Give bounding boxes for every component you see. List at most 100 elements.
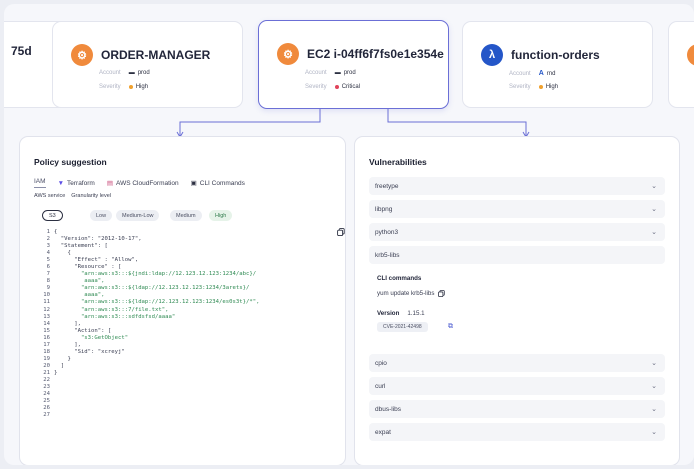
granularity-medium[interactable]: Medium <box>170 210 202 221</box>
line-number: 16 <box>43 334 50 341</box>
code-text: "Version": "2012-10-17", <box>54 236 142 243</box>
vuln-row-expat[interactable]: expat ⌄ <box>369 423 665 441</box>
granularity-medium-low[interactable]: Medium-Low <box>116 210 160 221</box>
code-line: 24 <box>34 391 259 398</box>
aws-service-label: AWS service <box>34 193 66 199</box>
line-number: 10 <box>43 292 50 299</box>
cli-command: yum update krb5-libs <box>377 290 446 297</box>
tab-cloudformation[interactable]: ▤ AWS CloudFormation <box>107 179 179 188</box>
line-number: 3 <box>46 243 50 250</box>
external-link-icon[interactable]: ⧉ <box>448 323 453 331</box>
line-number: 6 <box>46 264 50 271</box>
granularity-high[interactable]: High <box>209 210 233 221</box>
code-text: "Effect" : "Allow", <box>54 257 139 264</box>
line-number: 9 <box>46 285 50 292</box>
line-number: 7 <box>46 271 50 278</box>
vuln-row-dbus-libs[interactable]: dbus-libs ⌄ <box>369 400 665 418</box>
code-text: "Resource" : [ <box>54 264 122 271</box>
code-text: { <box>54 250 71 257</box>
code-text: "arn:aws:s3:::${jndi:ldap://12.123.12.12… <box>54 271 257 278</box>
code-line: 13 "arn:aws:s3:::sdfdsfsd/aaaa" <box>34 314 259 321</box>
granularity-label: Granularity level <box>71 193 112 199</box>
chevron-down-icon: ⌄ <box>651 229 657 236</box>
chevron-down-icon: ⌄ <box>651 183 657 190</box>
line-number: 23 <box>43 384 50 391</box>
code-line: 7 "arn:aws:s3:::${jndi:ldap://12.123.12.… <box>34 271 259 278</box>
line-number: 12 <box>43 306 50 313</box>
code-text: } <box>54 355 71 362</box>
vuln-row-krb5-libs[interactable]: krb5-libs <box>369 246 665 264</box>
code-text: ], <box>54 341 81 348</box>
copy-icon[interactable] <box>438 290 446 297</box>
line-number: 24 <box>43 391 50 398</box>
line-number: 14 <box>43 320 50 327</box>
service-select[interactable]: S3 <box>42 210 63 221</box>
version-label: Version 1.15.1 <box>377 310 425 317</box>
vuln-row-freetype[interactable]: freetype ⌄ <box>369 177 665 195</box>
version-value: 1.15.1 <box>407 310 425 317</box>
code-line: 4 { <box>34 250 259 257</box>
line-number: 22 <box>43 376 50 383</box>
filter-headers: AWS service Granularity level <box>34 193 111 199</box>
code-line: 14 ], <box>34 321 259 328</box>
line-number: 20 <box>43 362 50 369</box>
code-line: 27 <box>34 412 259 419</box>
line-number: 18 <box>43 348 50 355</box>
code-text: "arn:aws:s3:::sdfdsfsd/aaaa" <box>54 313 176 320</box>
code-line: 10 aaaa", <box>34 292 259 299</box>
code-line: 8 aaaa", <box>34 278 259 285</box>
line-number: 13 <box>43 313 50 320</box>
line-number: 19 <box>43 355 50 362</box>
code-text: "arn:aws:s3:::${ldap://12.123.12.123:123… <box>54 299 260 306</box>
code-line: 2 "Version": "2012-10-17", <box>34 236 259 243</box>
line-number: 25 <box>43 398 50 405</box>
vuln-row-python3[interactable]: python3 ⌄ <box>369 223 665 241</box>
vuln-row-curl[interactable]: curl ⌄ <box>369 377 665 395</box>
code-text: "arn:aws:s3:::${ldap://12.123.12.123:123… <box>54 285 250 292</box>
panel-title: Vulnerabilities <box>369 157 427 167</box>
policy-suggestion-panel: Policy suggestion IAM ▼ Terraform ▤ AWS Cl… <box>19 136 346 465</box>
line-number: 5 <box>46 257 50 264</box>
terminal-icon: ▣ <box>190 180 197 187</box>
line-number: 17 <box>43 341 50 348</box>
code-line: 26 <box>34 405 259 412</box>
line-number: 2 <box>46 236 50 243</box>
code-text: "s3:GetObject" <box>54 334 129 341</box>
code-line: 22 <box>34 377 259 384</box>
vuln-row-cpio[interactable]: cpio ⌄ <box>369 354 665 372</box>
policy-code-editor[interactable]: 1{2 "Version": "2012-10-17", 3 "Statement… <box>34 229 259 419</box>
line-number: 15 <box>43 327 50 334</box>
code-line: 5 "Effect" : "Allow", <box>34 257 259 264</box>
code-line: 9 "arn:aws:s3:::${ldap://12.123.12.123:1… <box>34 285 259 292</box>
chevron-down-icon: ⌄ <box>651 360 657 367</box>
tab-terraform[interactable]: ▼ Terraform <box>58 180 95 187</box>
chevron-down-icon: ⌄ <box>651 429 657 436</box>
copy-icon[interactable] <box>337 228 345 236</box>
terraform-icon: ▼ <box>57 179 64 187</box>
code-text: aaaa", <box>54 278 105 285</box>
chevron-down-icon: ⌄ <box>651 406 657 413</box>
cve-badge[interactable]: CVE-2021-42498 <box>377 322 428 332</box>
code-text: "arn:aws:s3:::7/file.txt", <box>54 306 169 313</box>
granularity-low[interactable]: Low <box>90 210 113 221</box>
line-number: 8 <box>46 278 50 285</box>
code-text: ] <box>54 362 65 369</box>
code-text: } <box>54 369 58 376</box>
tab-iam[interactable]: IAM <box>34 178 46 188</box>
chevron-down-icon: ⌄ <box>651 206 657 213</box>
code-text: "Sid": "xcreyj" <box>54 348 125 355</box>
connector-lines <box>176 109 530 138</box>
line-number: 4 <box>46 250 50 257</box>
policy-tabs: IAM ▼ Terraform ▤ AWS CloudFormation ▣ CLI … <box>34 178 245 188</box>
line-number: 1 <box>46 229 50 235</box>
code-line: 16 "s3:GetObject" <box>34 335 259 342</box>
code-line: 17 ], <box>34 342 259 349</box>
code-line: 23 <box>34 384 259 391</box>
code-line: 20 ] <box>34 363 259 370</box>
code-line: 19 } <box>34 356 259 363</box>
tab-cli-commands[interactable]: ▣ CLI Commands <box>190 179 245 188</box>
code-line: 25 <box>34 398 259 405</box>
line-number: 27 <box>43 412 50 419</box>
vuln-row-libpng[interactable]: libpng ⌄ <box>369 200 665 218</box>
line-number: 26 <box>43 405 50 412</box>
